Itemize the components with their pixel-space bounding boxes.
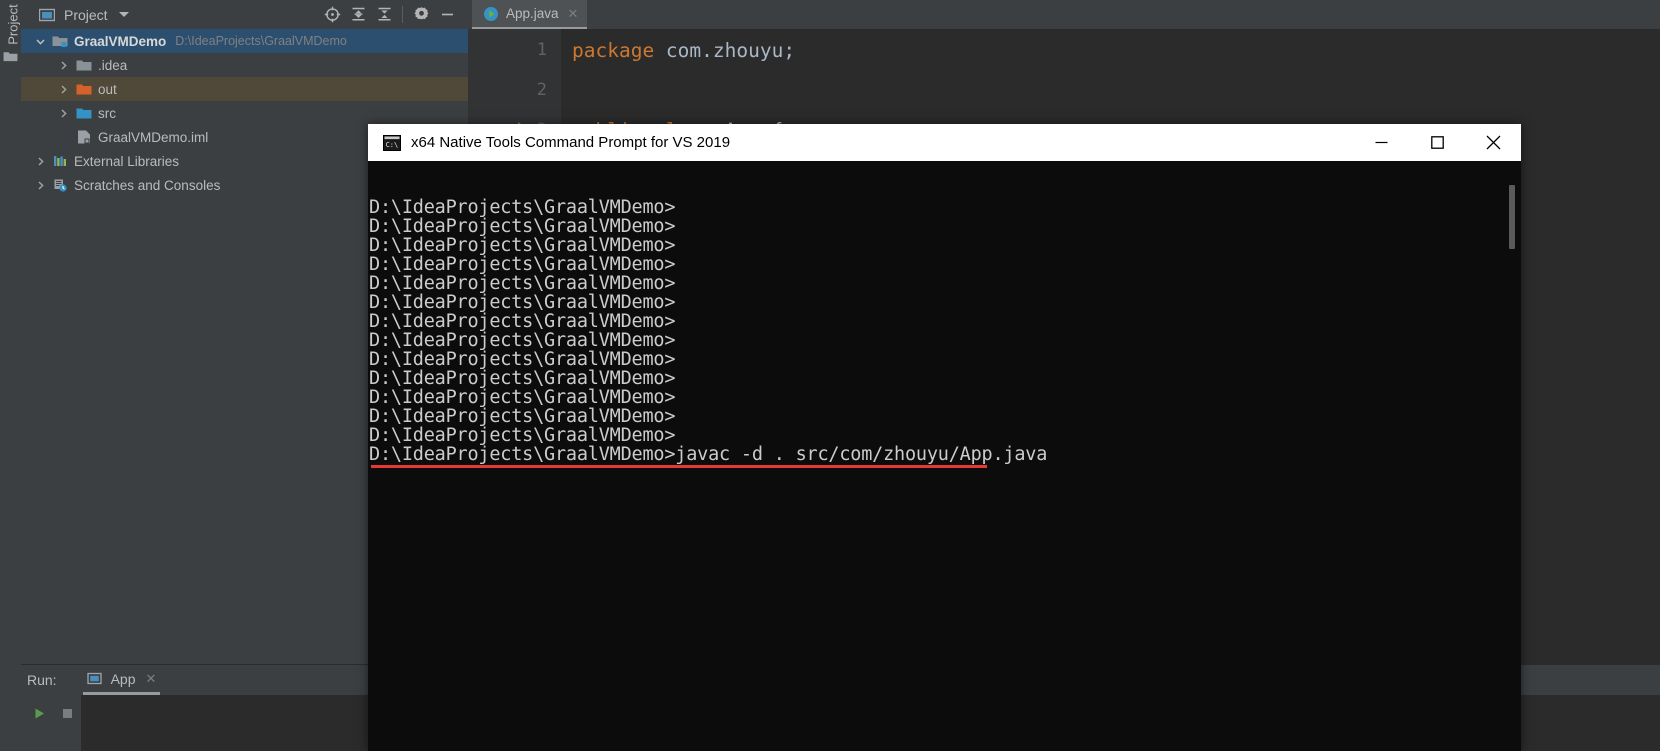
cmd-scrollbar[interactable]	[1504, 161, 1521, 751]
minimize-icon[interactable]	[434, 2, 460, 28]
toolbar-divider	[402, 6, 403, 23]
cmd-output-line: D:\IdeaProjects\GraalVMDemo>	[369, 406, 675, 427]
tree-node-label: GraalVMDemo.iml	[98, 130, 208, 145]
project-panel-title: Project	[64, 7, 108, 23]
close-icon	[1486, 135, 1501, 150]
tree-node-idea[interactable]: .idea	[21, 53, 468, 77]
code-line-1: package com.zhouyu;	[572, 39, 795, 62]
cmd-output-line: D:\IdeaProjects\GraalVMDemo>	[369, 273, 675, 294]
tree-node-label: GraalVMDemo	[74, 34, 166, 49]
tree-node-src[interactable]: src	[21, 101, 468, 125]
cmd-output-line: D:\IdeaProjects\GraalVMDemo>	[369, 349, 675, 370]
iml-file-icon	[76, 129, 92, 145]
minimize-button[interactable]	[1353, 124, 1409, 161]
cmd-window-controls	[1353, 124, 1521, 161]
gear-icon[interactable]	[408, 2, 434, 28]
cmd-output-line: D:\IdeaProjects\GraalVMDemo>	[369, 425, 675, 446]
cmd-console-icon: C:\	[383, 135, 401, 151]
editor-tab-app-java[interactable]: App.java ✕	[472, 0, 587, 29]
cmd-command-line: D:\IdeaProjects\GraalVMDemo>javac -d . s…	[369, 444, 1047, 465]
close-button[interactable]	[1465, 124, 1521, 161]
tree-node-label: out	[98, 82, 117, 97]
folder-icon	[76, 57, 92, 73]
chevron-right-icon[interactable]	[57, 107, 70, 120]
cmd-scrollbar-thumb[interactable]	[1509, 185, 1515, 249]
run-window-label: Run:	[27, 672, 57, 688]
line-number: 2	[537, 80, 547, 100]
cmd-output-line: D:\IdeaProjects\GraalVMDemo>	[369, 216, 675, 237]
tree-node-label: Scratches and Consoles	[74, 178, 220, 193]
chevron-right-icon[interactable]	[34, 155, 47, 168]
module-icon	[52, 33, 68, 49]
folder-icon[interactable]	[3, 50, 18, 62]
editor-tabs-bar: App.java ✕	[468, 0, 1660, 29]
run-console-gutter	[21, 695, 81, 751]
scratches-icon	[52, 177, 68, 193]
cmd-window: C:\ x64 Native Tools Command Prompt for …	[368, 124, 1521, 751]
stop-icon[interactable]	[61, 707, 74, 720]
sidebar-tab-project-label: Project	[6, 0, 21, 55]
tree-node-out[interactable]: out	[21, 77, 468, 101]
tree-node-label: src	[98, 106, 116, 121]
minimize-icon	[1375, 136, 1388, 149]
expand-all-icon[interactable]	[345, 2, 371, 28]
run-config-icon	[87, 671, 103, 687]
screen-root: Project Project	[0, 0, 1660, 751]
tree-node-label: .idea	[98, 58, 127, 73]
editor-tab-label: App.java	[506, 6, 559, 21]
cmd-output-line: D:\IdeaProjects\GraalVMDemo>	[369, 254, 675, 275]
cmd-output-line: D:\IdeaProjects\GraalVMDemo>	[369, 330, 675, 351]
project-panel-header: Project	[21, 0, 468, 29]
maximize-button[interactable]	[1409, 124, 1465, 161]
tool-window-left-strip: Project	[0, 0, 22, 751]
maximize-icon	[1431, 136, 1444, 149]
close-icon[interactable]: ✕	[568, 7, 579, 20]
project-view-icon	[39, 7, 55, 23]
command-highlight-underline	[371, 465, 987, 468]
run-tab-label: App	[111, 671, 136, 687]
cmd-console-body[interactable]: D:\IdeaProjects\GraalVMDemo> D:\IdeaProj…	[368, 161, 1521, 751]
tree-node-graalvmdemo[interactable]: GraalVMDemo D:\IdeaProjects\GraalVMDemo	[21, 29, 468, 53]
code-token-keyword: package	[572, 39, 654, 62]
cmd-output-line: D:\IdeaProjects\GraalVMDemo>	[369, 387, 675, 408]
chevron-down-icon[interactable]	[119, 12, 129, 17]
chevron-right-icon[interactable]	[57, 59, 70, 72]
code-token-plain: com.zhouyu;	[654, 39, 795, 62]
folder-orange-icon	[76, 81, 92, 97]
chevron-right-icon[interactable]	[34, 179, 47, 192]
cmd-output-line: D:\IdeaProjects\GraalVMDemo>	[369, 292, 675, 313]
java-class-icon	[483, 6, 499, 22]
collapse-all-icon[interactable]	[371, 2, 397, 28]
run-tab-app[interactable]: App ✕	[83, 665, 161, 695]
folder-source-icon	[76, 105, 92, 121]
cmd-output-line: D:\IdeaProjects\GraalVMDemo>	[369, 368, 675, 389]
cmd-title-bar[interactable]: C:\ x64 Native Tools Command Prompt for …	[368, 124, 1521, 161]
line-number: 1	[537, 40, 547, 60]
tree-node-path: D:\IdeaProjects\GraalVMDemo	[175, 34, 347, 48]
cmd-output-line: D:\IdeaProjects\GraalVMDemo>	[369, 235, 675, 256]
svg-text:C:\: C:\	[386, 141, 399, 149]
project-panel-toolbar	[319, 0, 468, 29]
locate-icon[interactable]	[319, 2, 345, 28]
cmd-output-line: D:\IdeaProjects\GraalVMDemo>	[369, 197, 675, 218]
rerun-icon[interactable]	[33, 707, 46, 720]
cmd-output-line: D:\IdeaProjects\GraalVMDemo>	[369, 311, 675, 332]
libraries-icon	[52, 153, 68, 169]
chevron-right-icon[interactable]	[57, 83, 70, 96]
tree-node-label: External Libraries	[74, 154, 179, 169]
close-icon[interactable]: ✕	[146, 672, 157, 685]
chevron-down-icon[interactable]	[34, 35, 47, 48]
cmd-window-title: x64 Native Tools Command Prompt for VS 2…	[411, 134, 730, 151]
